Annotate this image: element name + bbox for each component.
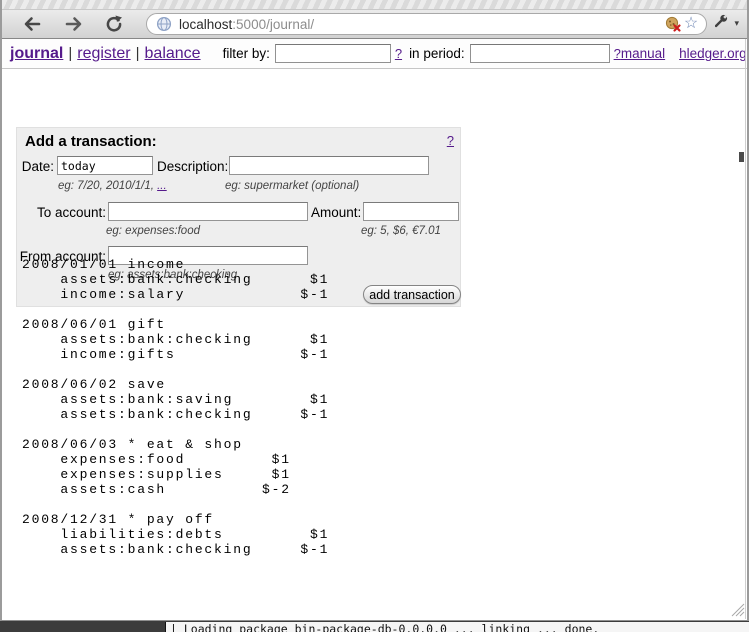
reload-button[interactable] (102, 13, 126, 35)
terminal-window-peek: | Loading package bin-package-db-0.0.0.0… (165, 622, 749, 632)
reload-icon (105, 15, 123, 33)
filter-input[interactable] (275, 44, 391, 63)
url-path: :5000/journal/ (232, 17, 314, 32)
hledger-org-link[interactable]: hledger.org (679, 46, 747, 61)
page: journal | register | balance filter by: … (2, 39, 747, 619)
filter-help-link[interactable]: ? (395, 46, 402, 61)
amount-input[interactable] (363, 202, 459, 221)
in-period-label: in period: (409, 46, 465, 61)
back-arrow-icon (22, 16, 42, 32)
description-hint: eg: supermarket (optional) (225, 180, 359, 192)
page-right-border (745, 39, 746, 619)
nav-separator: | (136, 45, 140, 62)
browser-window: localhost:5000/journal/ ☆ (0, 0, 749, 621)
wrench-icon (715, 14, 732, 32)
resize-grip[interactable] (731, 603, 745, 617)
site-nav: journal | register | balance filter by: … (2, 39, 747, 69)
filter-by-label: filter by: (223, 46, 270, 61)
amount-label: Amount: (311, 205, 361, 220)
journal-text: 2008/01/01 income assets:bank:checking $… (22, 257, 329, 557)
scrollbar-thumb[interactable] (739, 152, 744, 162)
window-titlebar[interactable] (2, 0, 747, 10)
amount-hint: eg: 5, $6, €7.01 (361, 225, 441, 237)
add-transaction-button[interactable]: add transaction (363, 285, 461, 304)
form-title: Add a transaction: (25, 133, 157, 150)
to-account-label: To account: (17, 205, 106, 220)
manual-link[interactable]: manual (621, 46, 665, 61)
to-account-hint: eg: expenses:food (106, 225, 200, 237)
nav-link-balance[interactable]: balance (145, 45, 201, 63)
forward-arrow-icon (64, 16, 84, 32)
forward-button[interactable] (62, 13, 86, 35)
date-input[interactable] (57, 156, 153, 175)
terminal-output-text: | Loading package bin-package-db-0.0.0.0… (170, 622, 599, 632)
date-hint-more-link[interactable]: ... (157, 180, 167, 192)
period-help-link[interactable]: ? (614, 46, 621, 61)
description-input[interactable] (229, 156, 429, 175)
nav-link-journal[interactable]: journal (10, 45, 63, 63)
menu-wrench-button[interactable]: ▾ (715, 14, 739, 32)
date-hint: eg: 7/20, 2010/1/1, ... (58, 180, 167, 192)
nav-right-links: manual hledger.org (621, 46, 747, 61)
nav-separator: | (68, 45, 72, 62)
address-bar[interactable]: localhost:5000/journal/ ☆ (146, 13, 707, 35)
date-label: Date: (17, 159, 54, 174)
description-label: Description: (157, 159, 228, 174)
browser-toolbar: localhost:5000/journal/ ☆ (2, 10, 747, 39)
desktop-background: | Loading package bin-package-db-0.0.0.0… (0, 622, 749, 632)
globe-icon[interactable] (155, 15, 173, 33)
url-host: localhost (179, 17, 232, 32)
url-text[interactable]: localhost:5000/journal/ (179, 17, 664, 32)
menu-caret-icon: ▾ (734, 18, 739, 29)
to-account-input[interactable] (108, 202, 308, 221)
bookmark-star-icon[interactable]: ☆ (682, 15, 700, 33)
form-help-link[interactable]: ? (447, 133, 454, 148)
period-input[interactable] (470, 44, 610, 63)
screen: localhost:5000/journal/ ☆ (0, 0, 749, 632)
cookie-blocked-icon[interactable] (664, 15, 682, 33)
nav-link-register[interactable]: register (77, 45, 130, 63)
back-button[interactable] (20, 13, 44, 35)
